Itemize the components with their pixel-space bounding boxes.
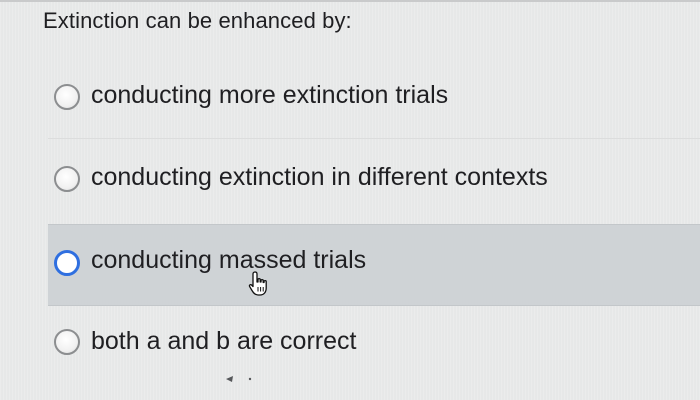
answer-option-1[interactable]: conducting more extinction trials <box>48 55 700 137</box>
top-frame-edge <box>0 0 700 2</box>
radio-button-option-2[interactable] <box>54 166 80 192</box>
radio-button-option-4[interactable] <box>54 329 80 355</box>
question-text: Extinction can be enhanced by: <box>43 8 352 33</box>
answer-option-2-label: conducting extinction in different conte… <box>91 163 548 191</box>
answer-option-3-label: conducting massed trials <box>91 246 367 274</box>
screen-smudge <box>226 376 252 382</box>
hand-pointer-icon <box>248 271 267 296</box>
answer-option-3[interactable]: conducting massed trials <box>48 224 700 306</box>
answer-option-4[interactable]: both a and b are correct <box>48 308 700 390</box>
answer-option-2[interactable]: conducting extinction in different conte… <box>48 139 700 221</box>
radio-button-option-3[interactable] <box>54 250 80 276</box>
radio-button-option-1[interactable] <box>54 84 80 110</box>
answer-option-4-label: both a and b are correct <box>91 327 357 355</box>
answer-option-1-label: conducting more extinction trials <box>91 81 449 109</box>
